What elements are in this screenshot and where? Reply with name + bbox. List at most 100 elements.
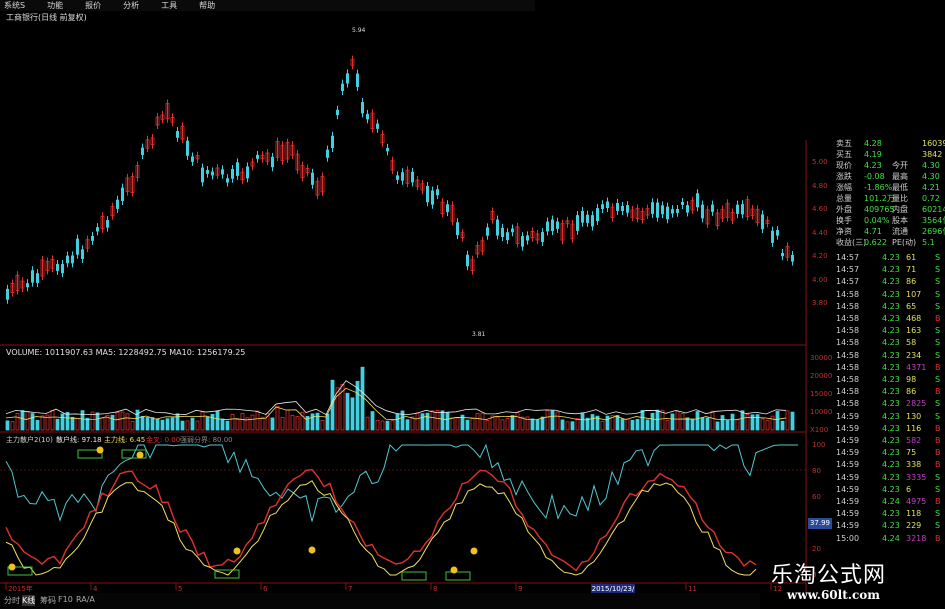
volume-bar (175, 413, 180, 431)
volume-bar (75, 417, 80, 431)
volume-bar (225, 420, 230, 431)
tick-direction: S (935, 484, 941, 494)
volume-bar (470, 418, 475, 431)
volume-bar (290, 415, 295, 431)
tick-row: 14:57 4.23 71 S (834, 264, 945, 275)
volume-axis-label: X100 (810, 426, 829, 434)
volume-bar (170, 417, 175, 431)
volume-bar (505, 418, 510, 431)
quote-label: 最高 (892, 172, 908, 181)
indicator-axis-label: 100 (812, 441, 826, 449)
tick-time: 14:59 (836, 484, 860, 494)
quote-row: 卖五 4.28 16039 (834, 138, 945, 149)
volume-bar (555, 411, 560, 431)
volume-bar (130, 421, 135, 431)
tick-volume: 4975 (906, 497, 927, 506)
tab-chips[interactable]: 筹码 (40, 595, 56, 606)
candle-body (761, 214, 764, 230)
tick-time: 14:59 (836, 423, 860, 433)
volume-bar (635, 419, 640, 431)
tab-intraday[interactable]: 分时 (4, 595, 20, 606)
kline-chart-canvas[interactable]: 2015年456789101112 (0, 0, 834, 609)
volume-bar (375, 419, 380, 431)
volume-bar (665, 420, 670, 431)
quote-label: 量比 (892, 194, 908, 203)
signal-line (5, 480, 757, 576)
signal-dot (470, 547, 478, 555)
volume-bar (240, 413, 245, 431)
indicator-legend-main: 主力线: 6.45 (104, 436, 146, 444)
volume-bar (70, 416, 75, 431)
candle-body (116, 199, 119, 209)
tick-direction: S (935, 338, 941, 348)
tick-volume: 3335 (906, 472, 927, 482)
price-axis-label: 4.80 (812, 181, 828, 190)
quote-value: 4.30 (922, 172, 940, 181)
tick-time: 15:00 (836, 533, 860, 543)
tick-row: 14:58 4.23 234 S (834, 350, 945, 361)
price-axis-label: 4.60 (812, 205, 828, 213)
candle-body (661, 205, 664, 215)
candle-body (666, 206, 669, 220)
volume-bar (160, 419, 165, 431)
candle-body (696, 193, 699, 208)
candle-body (576, 215, 579, 231)
tab-f10[interactable]: F10 (58, 595, 73, 604)
candle-body (496, 219, 499, 236)
quote-value: 0.622 (864, 238, 887, 247)
indicator-axis-label: 20 (812, 545, 821, 553)
quote-value: 409765 (864, 205, 895, 214)
volume-bar (195, 420, 200, 431)
tick-price: 4.23 (882, 399, 900, 409)
volume-bar (455, 417, 460, 431)
quote-row: 总量 101.2万 量比 0.72 (834, 193, 945, 204)
time-label: 11 (688, 585, 697, 593)
volume-bar (780, 420, 785, 431)
candle-body (61, 264, 64, 274)
volume-bar (640, 410, 645, 431)
tick-time: 14:59 (836, 436, 860, 445)
candle-body (616, 202, 619, 211)
volume-bar (10, 421, 15, 431)
candle-body (621, 205, 624, 212)
candle-body (446, 204, 449, 213)
tick-direction: B (935, 497, 941, 506)
tick-direction: S (935, 472, 941, 482)
candle-body (91, 235, 94, 241)
quote-label: 卖五 (836, 139, 852, 148)
volume-bar (65, 412, 70, 431)
signal-dot (96, 446, 104, 454)
tick-price: 4.23 (882, 314, 900, 323)
tick-row: 14:58 4.23 468 B (834, 313, 945, 324)
tick-volume: 75 (906, 448, 917, 458)
signal-box (401, 571, 427, 581)
quote-row: 涨幅 -1.86% 最低 4.21 (834, 182, 945, 193)
volume-bar (570, 421, 575, 431)
volume-bar (785, 410, 790, 431)
volume-bar (390, 420, 395, 431)
tick-volume: 229 (906, 521, 922, 531)
tick-time: 14:58 (836, 362, 860, 372)
volume-bar (650, 412, 655, 431)
tick-direction: B (935, 423, 941, 433)
tab-ra[interactable]: RA/A (76, 595, 95, 604)
tick-price: 4.23 (882, 301, 900, 311)
tick-price: 4.23 (882, 521, 900, 531)
time-label: 2015年 (8, 584, 33, 593)
volume-bar (520, 416, 525, 431)
tick-time: 14:58 (836, 350, 860, 360)
tick-row: 14:59 4.23 229 S (834, 520, 945, 531)
tick-time: 14:59 (836, 497, 860, 506)
volume-bar (745, 414, 750, 431)
tick-row: 14:57 4.23 61 S (834, 252, 945, 263)
tab-kline[interactable]: K线 (22, 595, 36, 606)
quote-label: 现价 (836, 161, 852, 170)
time-label: 6 (263, 585, 268, 593)
volume-bar (155, 418, 160, 431)
indicator-legend-golden: 金叉: 0.00 (146, 436, 181, 444)
tick-direction: S (935, 289, 941, 299)
candle-body (791, 254, 794, 262)
volume-bar (385, 420, 390, 431)
indicator-title: 主力散户2(10) (6, 436, 53, 444)
candle-body (31, 270, 34, 283)
